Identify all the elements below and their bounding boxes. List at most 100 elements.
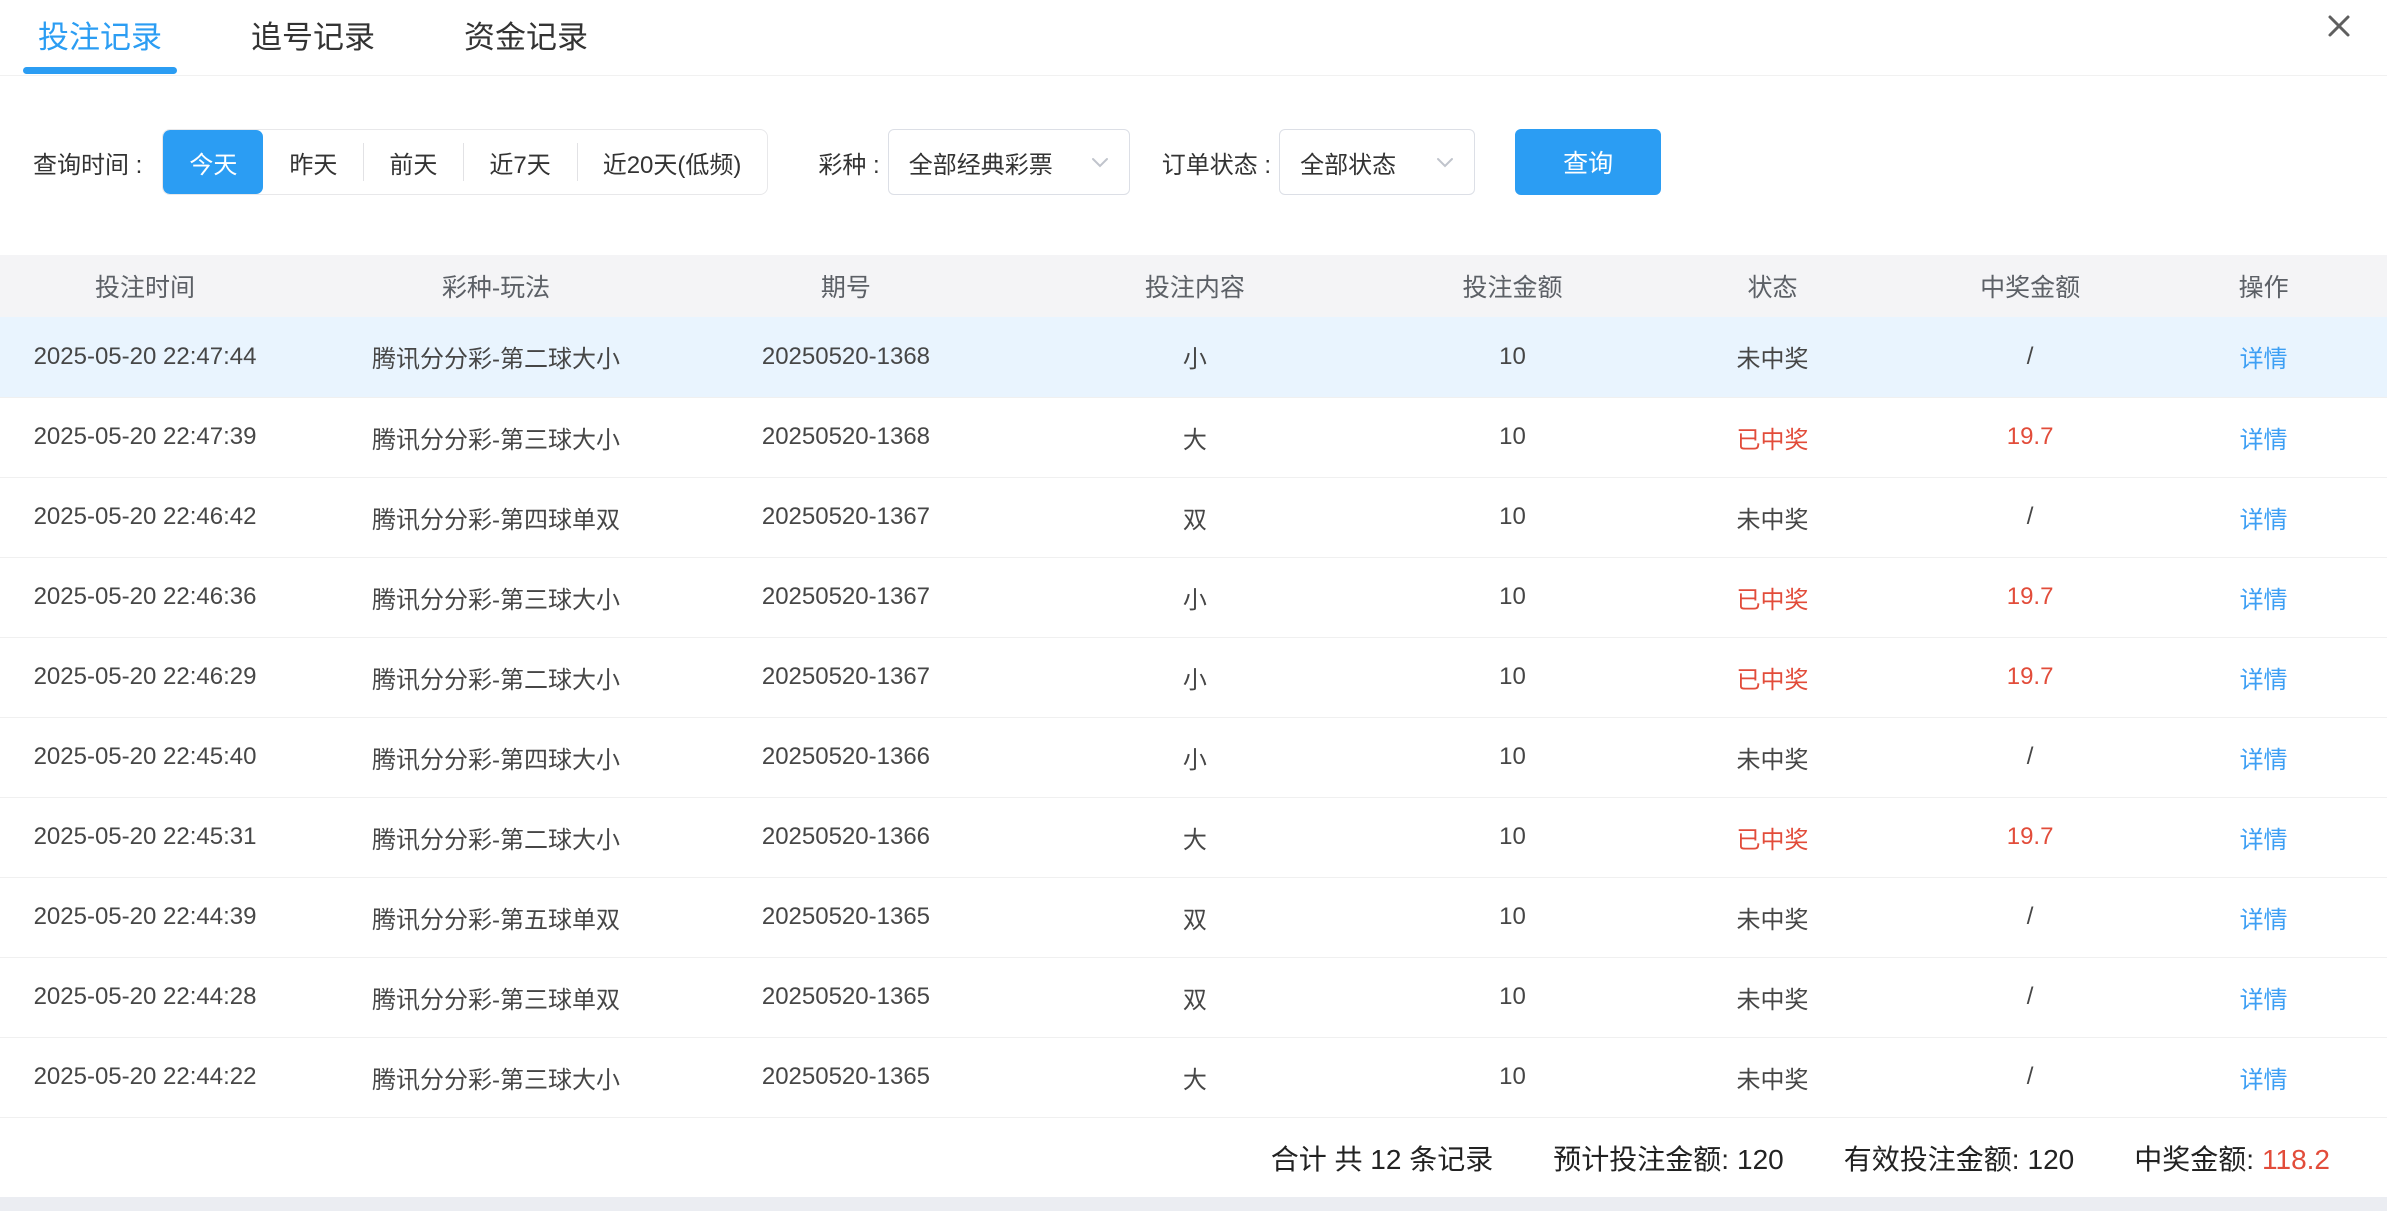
cell-bet-content: 大 <box>990 397 1400 477</box>
cell-status: 已中奖 <box>1625 397 1920 477</box>
cell-bet-time: 2025-05-20 22:46:29 <box>0 637 290 717</box>
cell-bet-amount: 10 <box>1400 957 1625 1037</box>
detail-link[interactable]: 详情 <box>2240 667 2288 694</box>
cell-prize: / <box>1920 877 2140 957</box>
cell-issue: 20250520-1366 <box>702 717 990 797</box>
chevron-down-icon <box>1420 157 1454 168</box>
table-row: 2025-05-20 22:46:36腾讯分分彩-第三球大小20250520-1… <box>0 557 2387 637</box>
col-bet-amount: 投注金额 <box>1400 255 1625 317</box>
cell-bet-amount: 10 <box>1400 317 1625 397</box>
bet-records-table: 投注时间 彩种-玩法 期号 投注内容 投注金额 状态 中奖金额 操作 2025-… <box>0 255 2387 1118</box>
cell-status: 已中奖 <box>1625 557 1920 637</box>
close-button[interactable] <box>2319 6 2359 46</box>
query-button[interactable]: 查询 <box>1515 129 1661 195</box>
cell-game-play: 腾讯分分彩-第三球大小 <box>290 557 702 637</box>
cell-bet-content: 大 <box>990 1037 1400 1117</box>
order-status-select-value: 全部状态 <box>1300 145 1396 180</box>
cell-prize: / <box>1920 477 2140 557</box>
cell-status: 未中奖 <box>1625 317 1920 397</box>
cell-bet-time: 2025-05-20 22:46:36 <box>0 557 290 637</box>
cell-prize: 19.7 <box>1920 797 2140 877</box>
cell-issue: 20250520-1365 <box>702 957 990 1037</box>
detail-link[interactable]: 详情 <box>2240 907 2288 934</box>
cell-bet-time: 2025-05-20 22:47:39 <box>0 397 290 477</box>
detail-link[interactable]: 详情 <box>2240 1067 2288 1094</box>
detail-link[interactable]: 详情 <box>2240 587 2288 614</box>
cell-bet-amount: 10 <box>1400 557 1625 637</box>
tab-bet-records[interactable]: 投注记录 <box>23 0 177 75</box>
detail-link[interactable]: 详情 <box>2240 827 2288 854</box>
cell-bet-content: 小 <box>990 317 1400 397</box>
detail-link[interactable]: 详情 <box>2240 747 2288 774</box>
cell-game-play: 腾讯分分彩-第三球大小 <box>290 397 702 477</box>
cell-bet-amount: 10 <box>1400 1037 1625 1117</box>
cell-prize: 19.7 <box>1920 397 2140 477</box>
tab-chase-records[interactable]: 追号记录 <box>236 0 390 75</box>
cell-issue: 20250520-1367 <box>702 557 990 637</box>
time-option-last7days[interactable]: 近7天 <box>463 130 576 194</box>
cell-bet-amount: 10 <box>1400 477 1625 557</box>
time-option-last20days[interactable]: 近20天(低频) <box>577 130 768 194</box>
cell-bet-time: 2025-05-20 22:44:28 <box>0 957 290 1037</box>
chevron-down-icon <box>1075 157 1109 168</box>
cell-prize: 19.7 <box>1920 637 2140 717</box>
cell-bet-content: 双 <box>990 477 1400 557</box>
cell-issue: 20250520-1365 <box>702 1037 990 1117</box>
col-prize-amount: 中奖金额 <box>1920 255 2140 317</box>
cell-action: 详情 <box>2140 797 2387 877</box>
time-option-day-before[interactable]: 前天 <box>363 130 463 194</box>
cell-bet-content: 双 <box>990 877 1400 957</box>
time-option-yesterday[interactable]: 昨天 <box>263 130 363 194</box>
cell-bet-content: 小 <box>990 717 1400 797</box>
table-row: 2025-05-20 22:44:39腾讯分分彩-第五球单双20250520-1… <box>0 877 2387 957</box>
table-row: 2025-05-20 22:44:28腾讯分分彩-第三球单双20250520-1… <box>0 957 2387 1037</box>
detail-link[interactable]: 详情 <box>2240 346 2288 373</box>
cell-issue: 20250520-1368 <box>702 317 990 397</box>
time-option-today[interactable]: 今天 <box>163 130 263 194</box>
detail-link[interactable]: 详情 <box>2240 427 2288 454</box>
order-status-select[interactable]: 全部状态 <box>1279 129 1475 195</box>
cell-game-play: 腾讯分分彩-第三球大小 <box>290 1037 702 1117</box>
table-row: 2025-05-20 22:45:40腾讯分分彩-第四球大小20250520-1… <box>0 717 2387 797</box>
cell-status: 未中奖 <box>1625 1037 1920 1117</box>
lottery-select[interactable]: 全部经典彩票 <box>888 129 1130 195</box>
cell-issue: 20250520-1365 <box>702 877 990 957</box>
close-icon <box>2322 9 2356 43</box>
cell-prize: / <box>1920 717 2140 797</box>
cell-action: 详情 <box>2140 317 2387 397</box>
cell-issue: 20250520-1366 <box>702 797 990 877</box>
cell-status: 未中奖 <box>1625 477 1920 557</box>
cell-status: 已中奖 <box>1625 637 1920 717</box>
col-issue: 期号 <box>702 255 990 317</box>
cell-action: 详情 <box>2140 957 2387 1037</box>
cell-bet-content: 双 <box>990 957 1400 1037</box>
detail-link[interactable]: 详情 <box>2240 507 2288 534</box>
cell-action: 详情 <box>2140 1037 2387 1117</box>
cell-issue: 20250520-1367 <box>702 477 990 557</box>
cell-action: 详情 <box>2140 397 2387 477</box>
cell-status: 未中奖 <box>1625 957 1920 1037</box>
prize-amount: 中奖金额:118.2 <box>2134 1138 2330 1178</box>
cell-game-play: 腾讯分分彩-第三球单双 <box>290 957 702 1037</box>
tab-fund-records[interactable]: 资金记录 <box>449 0 603 75</box>
filter-bar: 查询时间 : 今天 昨天 前天 近7天 近20天(低频) 彩种 : 全部经典彩票… <box>0 129 2387 195</box>
table-row: 2025-05-20 22:47:39腾讯分分彩-第三球大小20250520-1… <box>0 397 2387 477</box>
cell-bet-amount: 10 <box>1400 397 1625 477</box>
order-status-filter-label: 订单状态 : <box>1162 145 1271 180</box>
cell-issue: 20250520-1368 <box>702 397 990 477</box>
cell-status: 未中奖 <box>1625 877 1920 957</box>
table-row: 2025-05-20 22:45:31腾讯分分彩-第二球大小20250520-1… <box>0 797 2387 877</box>
cell-bet-amount: 10 <box>1400 637 1625 717</box>
valid-bet-amount-label: 有效投注金额: <box>1844 1144 2020 1175</box>
horizontal-scrollbar-track[interactable] <box>0 1197 2387 1211</box>
detail-link[interactable]: 详情 <box>2240 987 2288 1014</box>
cell-bet-amount: 10 <box>1400 877 1625 957</box>
cell-bet-amount: 10 <box>1400 717 1625 797</box>
cell-bet-time: 2025-05-20 22:45:31 <box>0 797 290 877</box>
cell-bet-time: 2025-05-20 22:44:39 <box>0 877 290 957</box>
lottery-filter-label: 彩种 : <box>818 145 879 180</box>
table-row: 2025-05-20 22:44:22腾讯分分彩-第三球大小20250520-1… <box>0 1037 2387 1117</box>
summary-bar: 合计 共 12 条记录 预计投注金额:120 有效投注金额:120 中奖金额:1… <box>0 1118 2387 1198</box>
cell-prize: / <box>1920 1037 2140 1117</box>
cell-bet-time: 2025-05-20 22:44:22 <box>0 1037 290 1117</box>
